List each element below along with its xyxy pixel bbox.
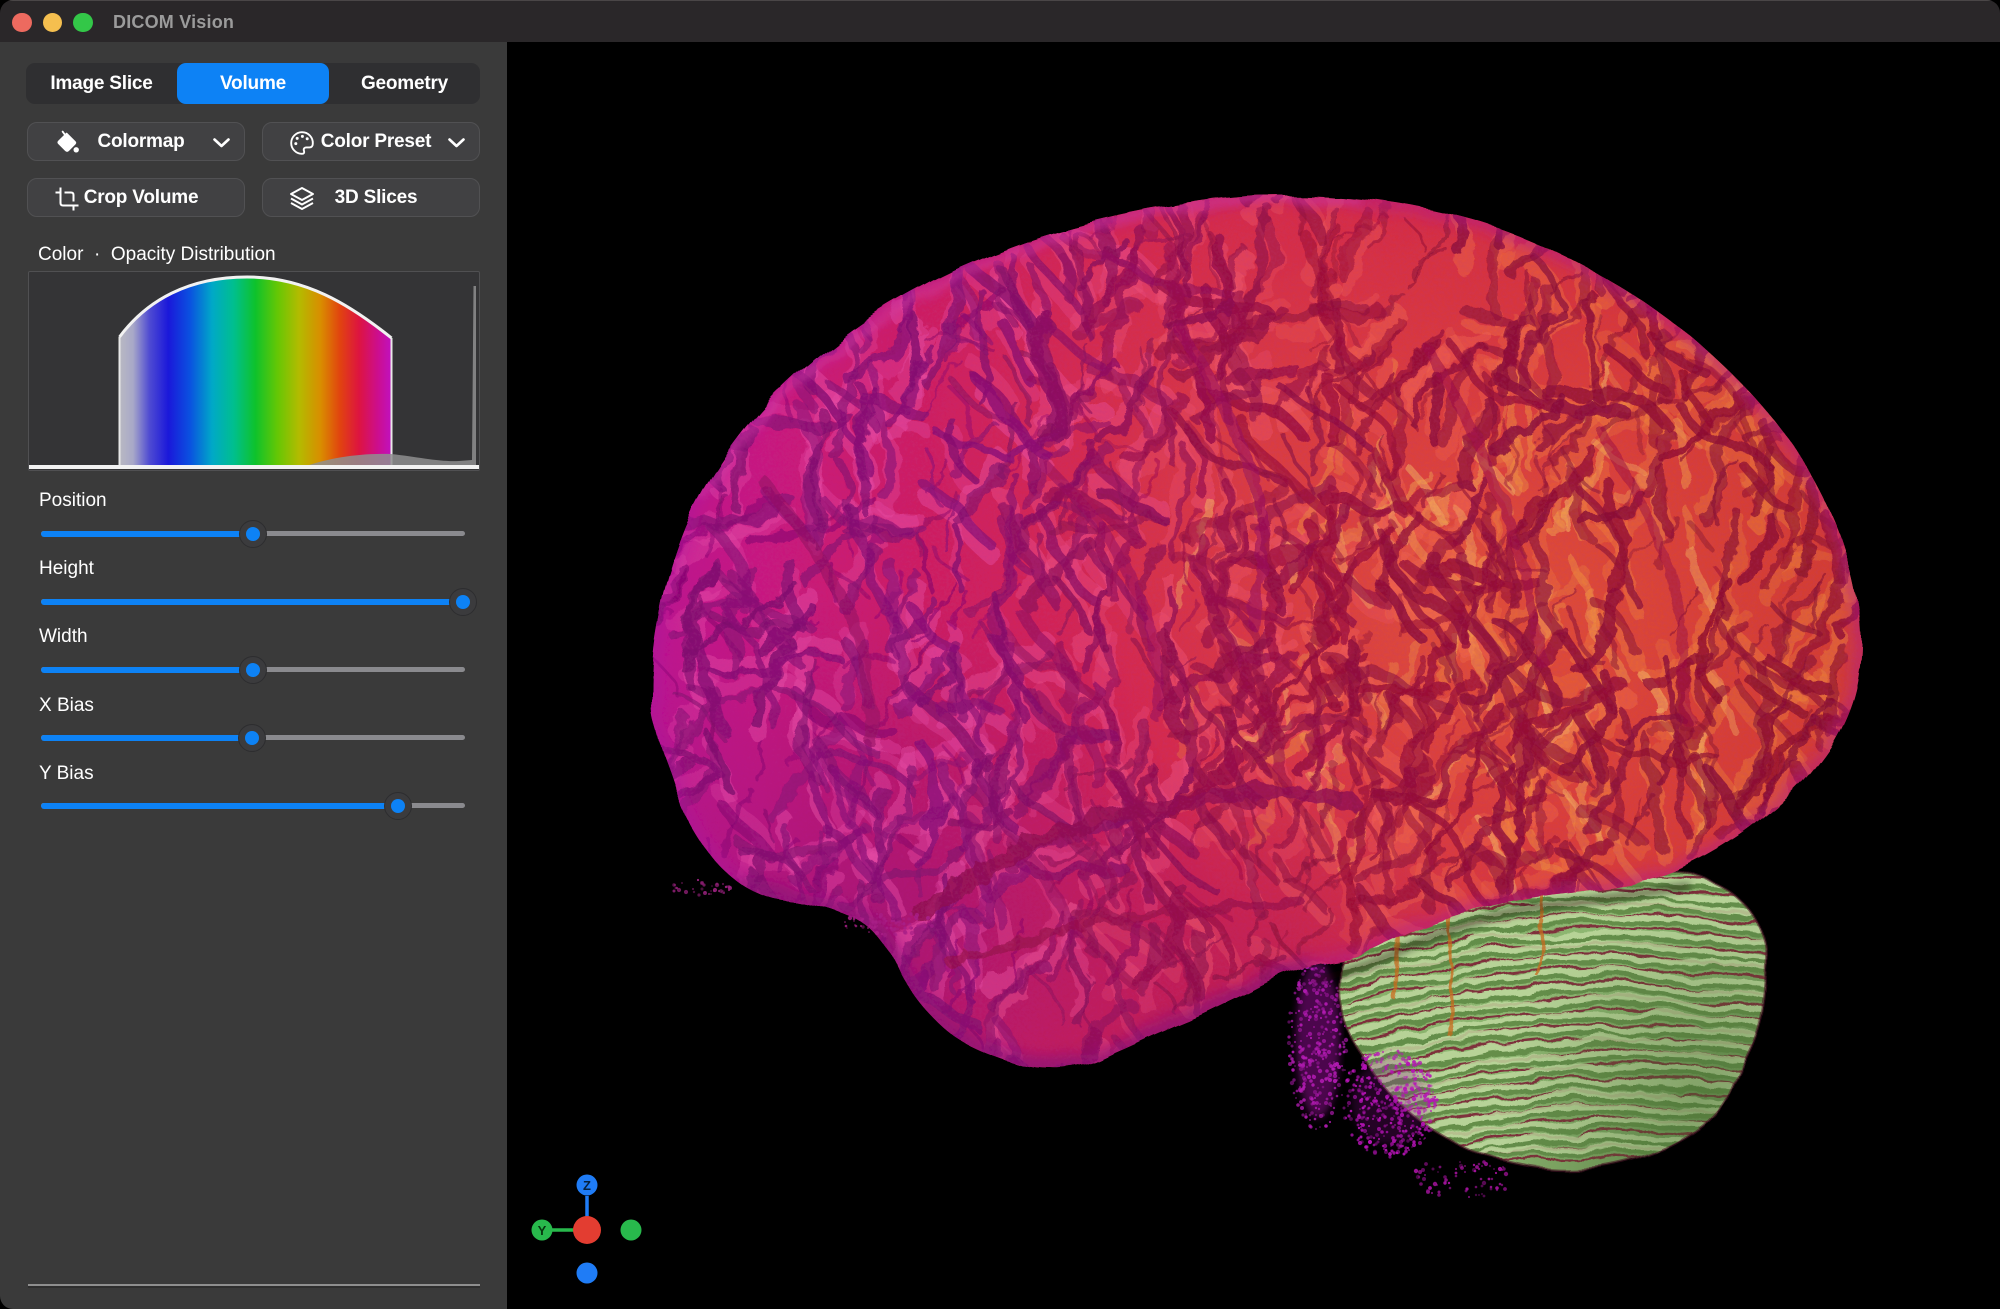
svg-text:Z: Z	[583, 1178, 591, 1193]
svg-text:Y: Y	[538, 1223, 547, 1238]
